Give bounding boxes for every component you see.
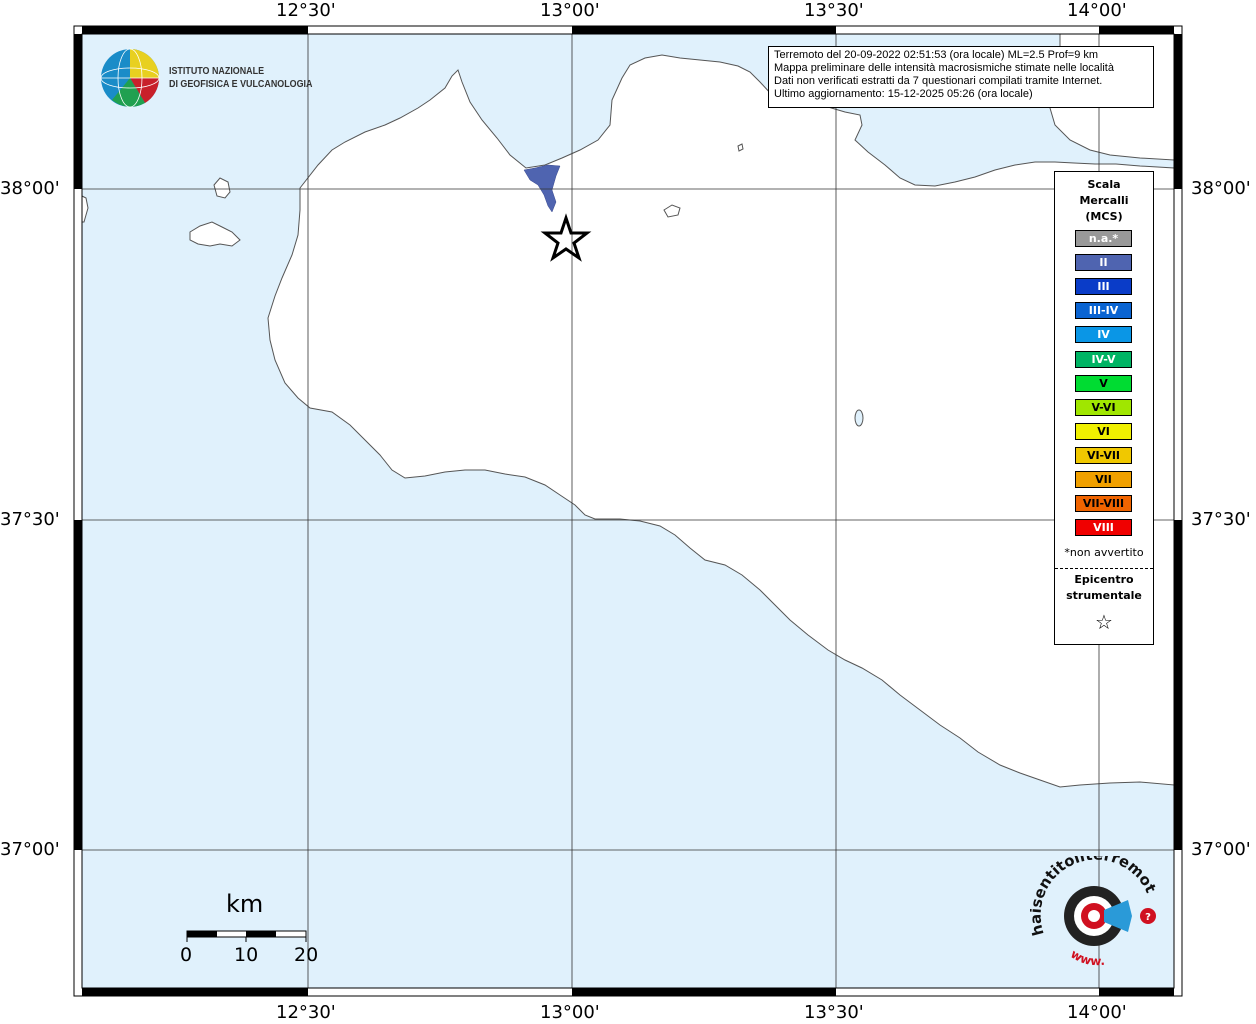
lon-label-bottom-2: 13°00'	[540, 1002, 600, 1023]
legend-title-line2: Mercalli	[1079, 194, 1129, 207]
lon-label-bottom-4: 14°00'	[1067, 1002, 1127, 1023]
scale-tick-10: 10	[234, 944, 259, 966]
lon-label-top-1: 12°30'	[276, 0, 336, 21]
lon-label-bottom-3: 13°30'	[804, 1002, 864, 1023]
legend-item: III	[1075, 278, 1132, 296]
legend-item: VII	[1075, 471, 1132, 488]
lat-label-left-3: 37°00'	[0, 839, 60, 860]
lat-label-left-2: 37°30'	[0, 509, 60, 530]
event-info-box: Terremoto del 20-09-2022 02:51:53 (ora l…	[768, 46, 1154, 108]
lon-label-top-4: 14°00'	[1067, 0, 1127, 21]
legend-item: VI	[1075, 422, 1132, 440]
info-line-2: Mappa preliminare delle intensità macros…	[774, 62, 1114, 74]
intensity-legend: Scala Mercalli (MCS) n.a.* II III III-IV IV I…	[1054, 171, 1154, 645]
lat-label-right-2: 37°30'	[1191, 509, 1251, 530]
lon-label-top-2: 13°00'	[540, 0, 600, 21]
lon-label-bottom-1: 12°30'	[276, 1002, 336, 1023]
epicenter-star-icon: ☆	[1095, 610, 1113, 634]
legend-separator	[1055, 568, 1153, 569]
ingv-logo-globe	[100, 48, 160, 108]
legend-title-line3: (MCS)	[1085, 210, 1123, 223]
legend-title-line1: Scala	[1087, 178, 1121, 191]
scale-unit: km	[226, 890, 264, 918]
legend-item: V-VI	[1075, 398, 1132, 416]
lat-label-left-1: 38°00'	[0, 178, 60, 199]
info-line-4: Ultimo aggiornamento: 15-12-2025 05:26 (…	[774, 88, 1033, 100]
epicenter-line2: strumentale	[1066, 589, 1142, 602]
lake	[854, 409, 864, 427]
svg-text:www.: www.	[1068, 947, 1105, 969]
wordmark-bottom: www.	[1068, 947, 1105, 969]
legend-item: IV-V	[1075, 350, 1132, 368]
epicenter-line1: Epicentro	[1074, 573, 1134, 586]
legend-item: n.a.*	[1075, 230, 1132, 247]
legend-item: II	[1075, 254, 1132, 272]
legend-note: *non avvertito	[1064, 546, 1144, 559]
legend-item: VIII	[1075, 519, 1132, 537]
legend-item: VI-VII	[1075, 446, 1132, 464]
epicenter-legend-title: Epicentro strumentale	[1055, 572, 1153, 604]
legend-item: III-IV	[1075, 302, 1132, 320]
lon-label-top-3: 13°30'	[804, 0, 864, 21]
haisentito-wordmark: haisentitoilterremoto.it www.	[1030, 856, 1160, 969]
logo-line2: DI GEOFISICA E VULCANOLOGIA	[169, 78, 313, 90]
info-line-3: Dati non verificati estratti da 7 questi…	[774, 75, 1103, 87]
svg-text:haisentitoilterremoto.it: haisentitoilterremoto.it	[1030, 856, 1160, 938]
wordmark-top: haisentitoilterremoto.it	[1030, 856, 1160, 938]
lat-label-right-3: 37°00'	[1191, 839, 1251, 860]
logo-line1: ISTITUTO NAZIONALE	[169, 65, 265, 77]
legend-item: IV	[1075, 326, 1132, 344]
lat-label-right-1: 38°00'	[1191, 178, 1251, 199]
scale-tick-20: 20	[294, 944, 319, 966]
legend-item: V	[1075, 374, 1132, 392]
info-line-1: Terremoto del 20-09-2022 02:51:53 (ora l…	[774, 49, 1099, 61]
legend-item: VII-VIII	[1075, 495, 1132, 513]
legend-title: Scala Mercalli (MCS)	[1055, 177, 1153, 225]
scale-tick-0: 0	[180, 944, 193, 966]
